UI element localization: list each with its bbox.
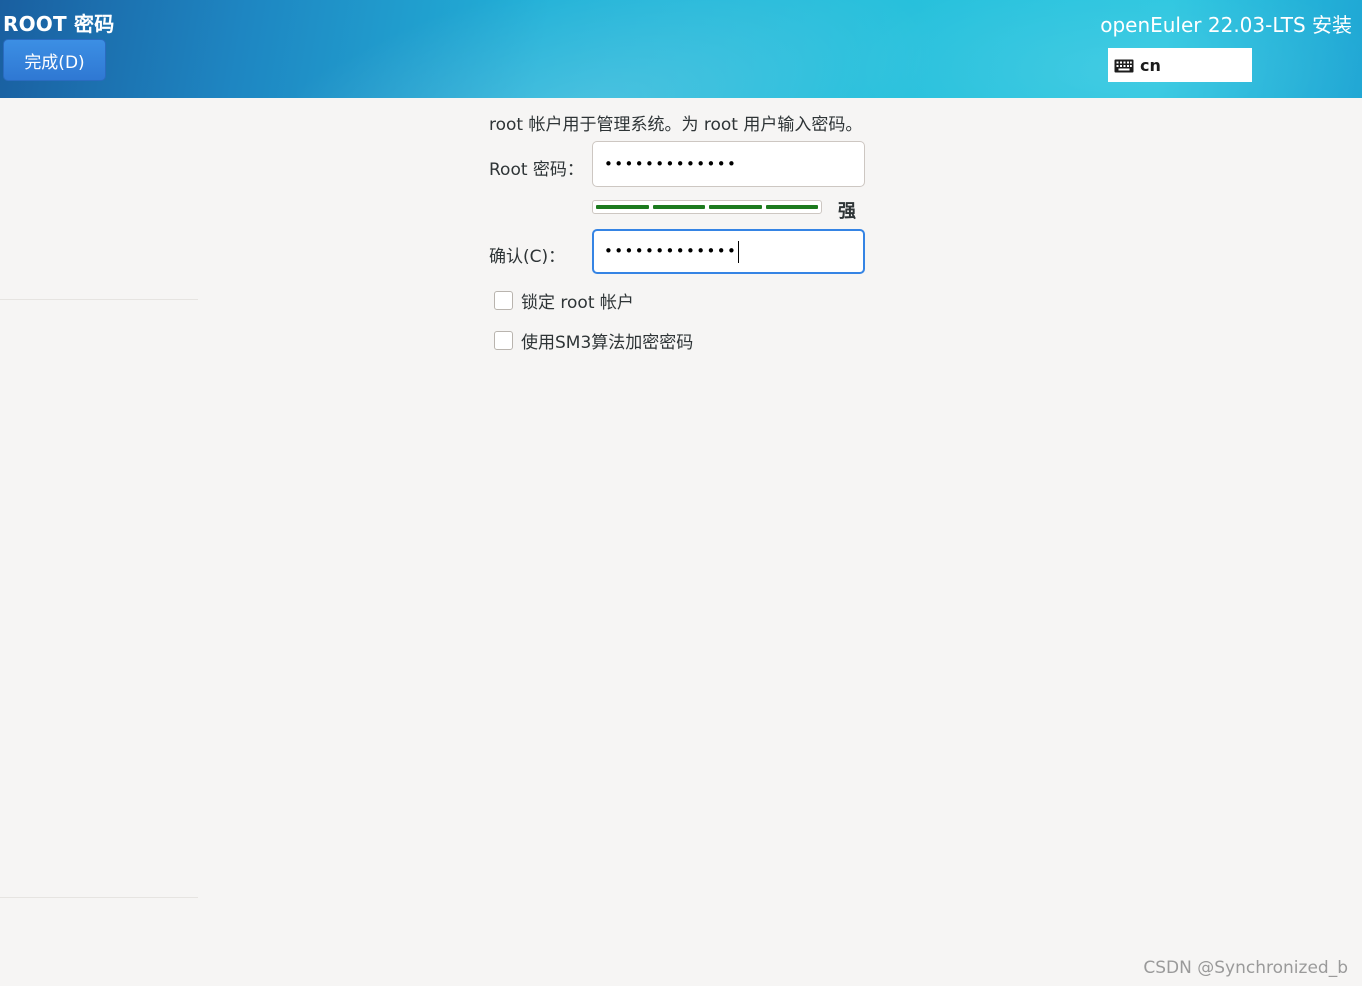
- password-strength-meter: [592, 200, 822, 214]
- strength-segment: [596, 205, 649, 209]
- left-divider: [0, 299, 198, 300]
- lock-root-checkbox[interactable]: [494, 290, 513, 310]
- text-cursor: [738, 240, 740, 263]
- watermark: CSDN @Synchronized_b: [1143, 958, 1348, 978]
- strength-segment: [652, 205, 705, 209]
- confirm-password-input[interactable]: •••••••••••••: [592, 229, 865, 274]
- keyboard-icon: [1114, 58, 1134, 73]
- root-password-value: •••••••••••••: [604, 154, 738, 173]
- window-edge: [1362, 0, 1370, 986]
- password-strength-label: 强: [838, 201, 856, 222]
- sm3-encryption-label: 使用SM3算法加密密码: [521, 332, 694, 353]
- product-title: openEuler 22.03-LTS 安装: [1100, 13, 1352, 37]
- header-bar: ROOT 密码 完成(D) openEuler 22.03-LTS 安装 cn: [0, 0, 1362, 98]
- lock-root-option[interactable]: 锁定 root 帐户: [494, 288, 634, 313]
- done-button[interactable]: 完成(D): [3, 39, 106, 81]
- strength-segment: [709, 205, 762, 209]
- spoke-title: ROOT 密码: [3, 12, 115, 36]
- root-password-label: Root 密码：: [489, 160, 584, 180]
- left-divider: [0, 897, 198, 898]
- intro-text: root 帐户用于管理系统。为 root 用户输入密码。: [489, 115, 863, 135]
- root-password-input[interactable]: •••••••••••••: [592, 141, 865, 187]
- sm3-encryption-option[interactable]: 使用SM3算法加密密码: [494, 328, 694, 353]
- installer-page: ROOT 密码 完成(D) openEuler 22.03-LTS 安装 cn …: [0, 0, 1362, 986]
- confirm-password-label: 确认(C)：: [489, 247, 566, 267]
- keyboard-layout-label: cn: [1140, 55, 1161, 75]
- sm3-encryption-checkbox[interactable]: [494, 330, 513, 350]
- confirm-password-value: •••••••••••••: [604, 242, 738, 260]
- lock-root-label: 锁定 root 帐户: [521, 292, 634, 313]
- strength-segment: [765, 205, 818, 209]
- keyboard-layout-indicator[interactable]: cn: [1108, 48, 1252, 82]
